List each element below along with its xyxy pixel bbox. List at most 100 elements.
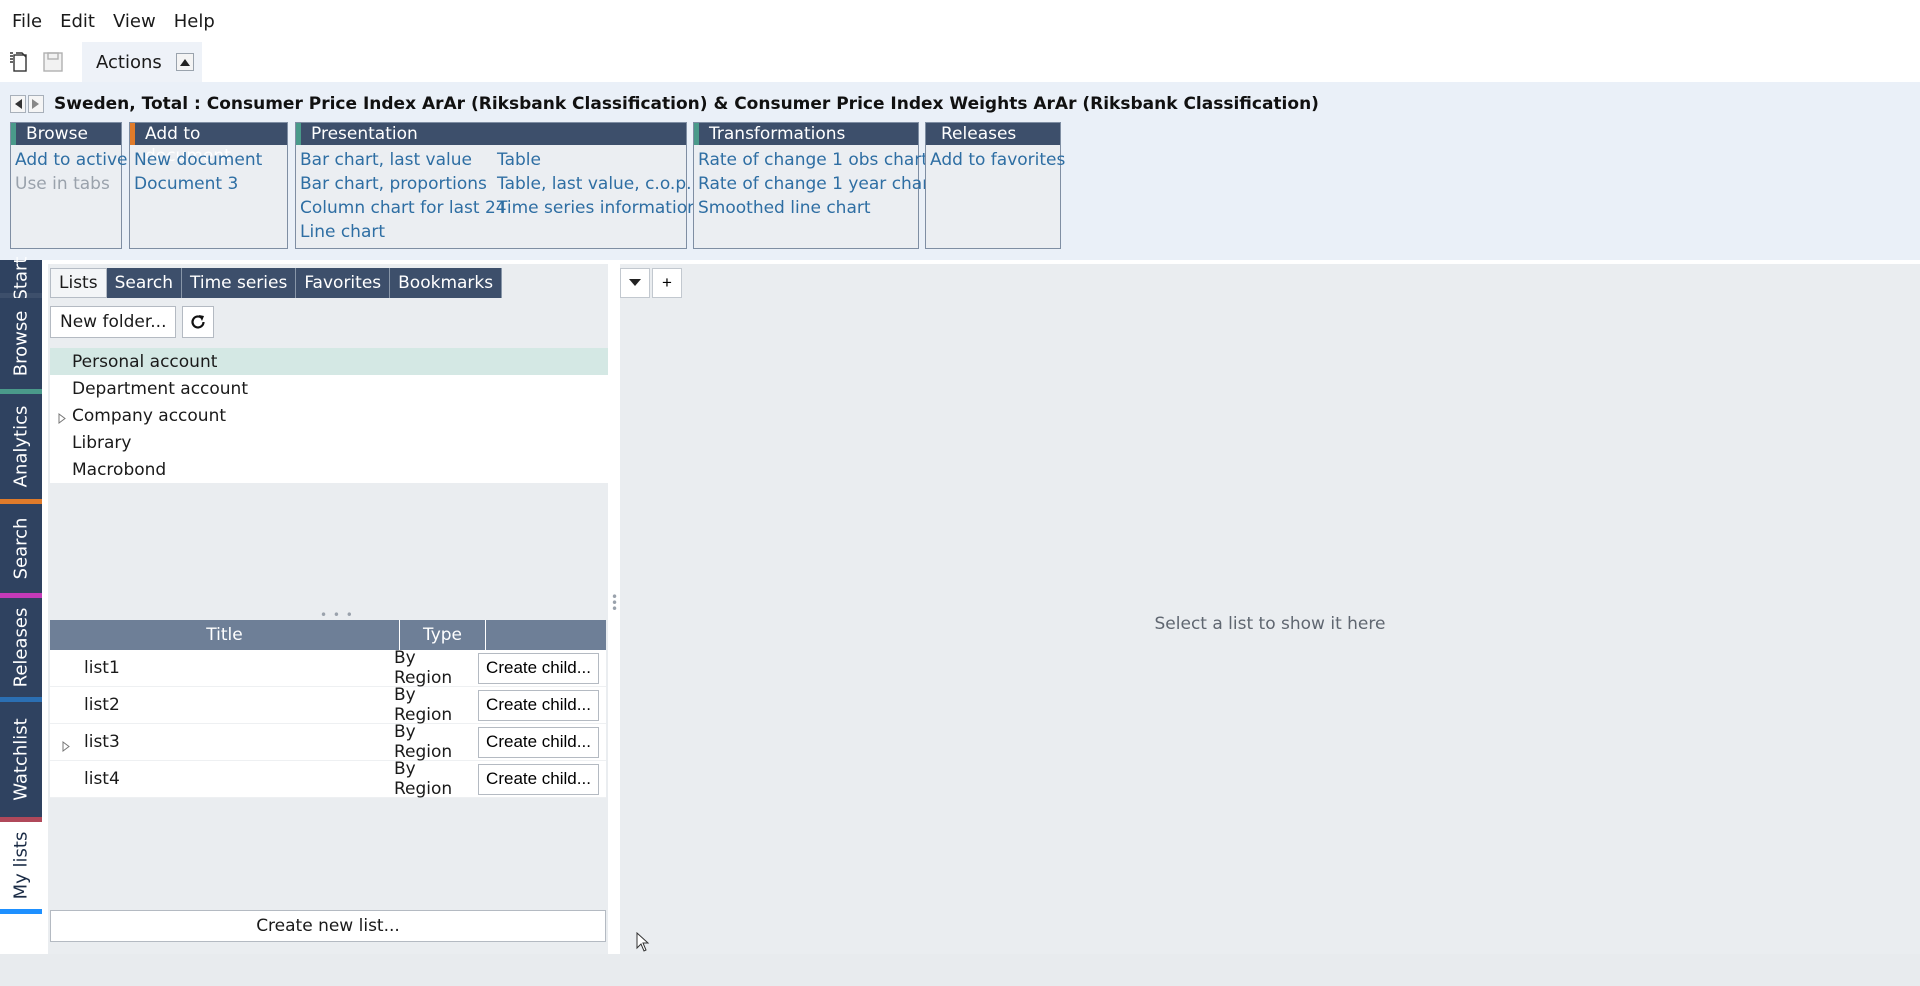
sidetab-start[interactable]: Start [0,256,42,301]
group-browse: Browse Add to active Use in tabs [10,122,127,249]
menu-help[interactable]: Help [168,11,227,32]
table-row[interactable]: list1 By Region Create child... [50,648,606,688]
tree-item-department-account[interactable]: Department account [50,375,608,402]
new-document-icon[interactable] [4,47,34,77]
document-area: Select a list to show it here [620,264,1920,954]
save-icon[interactable] [38,47,68,77]
link-bar-chart-last-value[interactable]: Bar chart, last value [300,148,497,172]
vertical-splitter-handle[interactable]: • • • [611,591,618,615]
group-transformations-header: Transformations [694,123,918,145]
link-table-last-value-cop[interactable]: Table, last value, c.o.p. [497,172,698,196]
tree-item-label: Personal account [72,351,218,372]
series-title-row: Sweden, Total : Consumer Price Index ArA… [10,92,1319,116]
tree-item-library[interactable]: Library [50,429,608,456]
sidetab-search-label: Search [10,517,32,580]
lists-pane: Lists Search Time series Favorites Bookm… [48,264,608,954]
link-document-3[interactable]: Document 3 [134,172,262,196]
link-add-to-active[interactable]: Add to active [15,148,127,172]
tree-item-label: Library [72,432,132,453]
tree-item-company-account[interactable]: Company account [50,402,608,429]
tree-item-label: Department account [72,378,249,399]
group-presentation-header: Presentation [296,123,686,145]
sidetab-releases-label: Releases [10,607,32,688]
group-releases: Releases Add to favorites [925,122,1065,249]
chevron-down-icon [629,279,641,286]
expand-triangle-icon[interactable] [62,737,70,757]
actions-label: Actions [96,51,162,73]
sidetab-my-lists-label: My lists [10,831,32,900]
create-child-button[interactable]: Create child... [478,763,599,795]
status-bar [0,954,1920,986]
column-header-title[interactable]: Title [50,620,400,650]
sidetab-watchlist-label: Watchlist [10,718,32,801]
row-title: list2 [84,695,120,715]
sidetab-browse[interactable]: Browse [0,298,42,394]
menu-view[interactable]: View [107,11,168,32]
tree-item-label: Company account [72,405,227,426]
expand-triangle-icon[interactable] [58,409,66,429]
create-new-list-button[interactable]: Create new list... [50,910,606,942]
row-type: By Region [394,759,453,799]
document-toolbar: + [620,268,682,298]
row-title: list1 [84,658,120,678]
link-time-series-information[interactable]: Time series information [497,196,698,220]
link-new-document[interactable]: New document [134,148,262,172]
sidetab-my-lists[interactable]: My lists [0,822,42,914]
actions-tab[interactable]: Actions [82,42,202,82]
subtab-bar: Lists Search Time series Favorites Bookm… [50,268,503,298]
next-arrow-icon[interactable] [28,95,44,113]
tab-bookmarks[interactable]: Bookmarks [390,268,503,298]
sidetab-analytics-label: Analytics [10,405,32,488]
add-document-button[interactable]: + [652,268,682,298]
link-bar-chart-proportions[interactable]: Bar chart, proportions [300,172,497,196]
sidetab-analytics[interactable]: Analytics [0,394,42,504]
link-line-chart[interactable]: Line chart [300,220,497,244]
sidetab-start-label: Start [10,256,32,301]
menu-edit[interactable]: Edit [54,11,107,32]
new-folder-button[interactable]: New folder... [50,306,177,338]
create-child-button[interactable]: Create child... [478,652,599,684]
tab-time-series[interactable]: Time series [181,268,297,298]
menu-file[interactable]: File [6,11,54,32]
link-rate-of-change-1-year[interactable]: Rate of change 1 year chart [698,172,936,196]
tab-lists[interactable]: Lists [50,268,107,298]
link-add-to-favorites[interactable]: Add to favorites [930,148,1065,172]
row-type: By Region [394,648,453,688]
mouse-cursor-icon [636,931,650,957]
create-child-button[interactable]: Create child... [478,726,599,758]
tree-item-personal-account[interactable]: Personal account [50,348,608,375]
column-header-action [486,620,606,650]
group-transformations: Transformations Rate of change 1 obs cha… [693,122,936,249]
table-row[interactable]: list3 By Region Create child... [50,722,606,762]
series-title: Sweden, Total : Consumer Price Index ArA… [54,94,1319,114]
document-dropdown-button[interactable] [620,268,650,298]
link-rate-of-change-1-obs[interactable]: Rate of change 1 obs chart [698,148,936,172]
collapse-arrow-icon[interactable] [175,53,194,71]
folder-tree: Personal account Department account Comp… [50,348,608,483]
previous-arrow-icon[interactable] [10,95,26,113]
row-title: list4 [84,769,120,789]
sidetab-browse-label: Browse [10,310,32,377]
row-title: list3 [84,732,120,752]
refresh-button[interactable] [182,306,215,338]
link-column-chart-last-24[interactable]: Column chart for last 24 [300,196,507,220]
column-header-type[interactable]: Type [400,620,486,650]
sidetab-releases[interactable]: Releases [0,598,42,702]
row-type: By Region [394,685,453,725]
empty-placeholder-text: Select a list to show it here [1154,614,1386,634]
table-row[interactable]: list4 By Region Create child... [50,759,606,799]
create-child-button[interactable]: Create child... [478,689,599,721]
sidetab-search[interactable]: Search [0,504,42,598]
menu-bar: File Edit View Help [0,0,1920,42]
group-browse-header: Browse [11,123,121,145]
tree-item-macrobond[interactable]: Macrobond [50,456,608,483]
refresh-icon [191,315,206,329]
tab-favorites[interactable]: Favorites [296,268,391,298]
link-smoothed-line-chart[interactable]: Smoothed line chart [698,196,936,220]
tab-search[interactable]: Search [106,268,182,298]
group-releases-header: Releases [926,123,1060,145]
link-table[interactable]: Table [497,148,698,172]
table-row[interactable]: list2 By Region Create child... [50,685,606,725]
sidetab-watchlist[interactable]: Watchlist [0,702,42,822]
toolbar: Actions [0,42,1920,82]
